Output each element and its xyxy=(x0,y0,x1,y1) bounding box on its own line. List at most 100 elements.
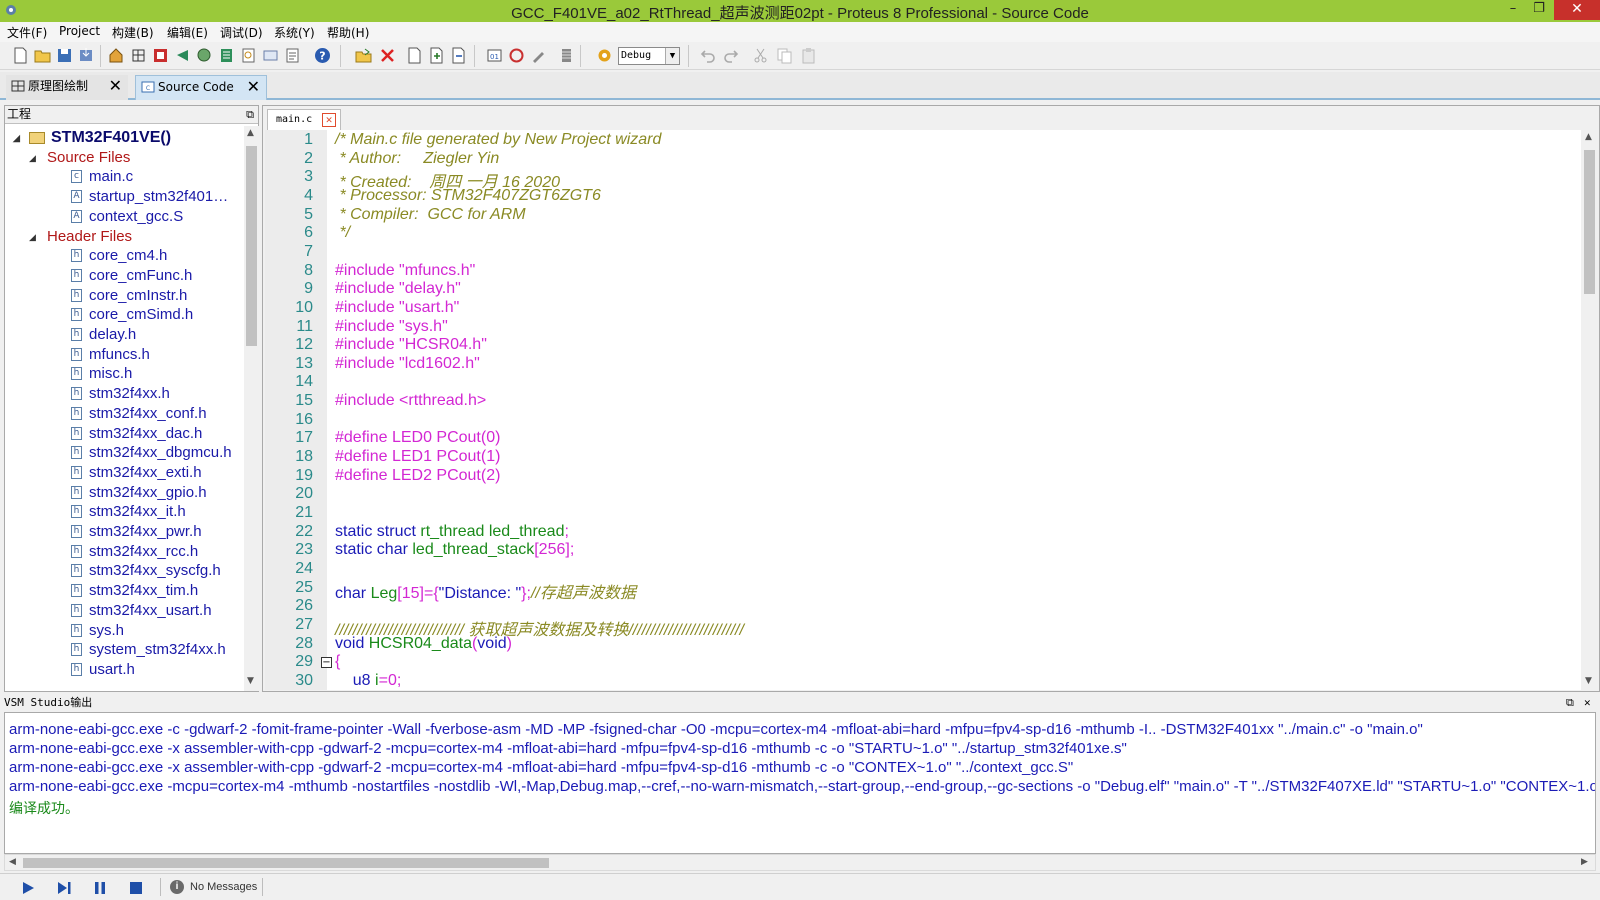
code-token: ; xyxy=(564,522,569,540)
close-icon[interactable]: ✕ xyxy=(109,75,122,97)
build-icon[interactable]: 01 xyxy=(486,47,503,64)
scroll-right-icon[interactable]: ▶ xyxy=(1581,857,1588,867)
new-file-icon[interactable] xyxy=(12,47,29,64)
output-line: arm-none-eabi-gcc.exe -x assembler-with-… xyxy=(9,759,1074,776)
save-icon[interactable] xyxy=(56,47,73,64)
collapse-icon[interactable]: ◢ xyxy=(29,148,36,168)
file-icon: h xyxy=(71,662,82,676)
copy-icon[interactable] xyxy=(776,47,793,64)
file-icon: h xyxy=(71,465,82,479)
restore-panel-icon[interactable]: ⧉ xyxy=(1566,695,1574,711)
output-horizontal-scrollbar[interactable]: ◀ ▶ xyxy=(4,854,1596,871)
build-config-select[interactable]: Debug ▼ xyxy=(618,47,680,65)
help-icon[interactable]: ? xyxy=(314,47,331,64)
bom-list-icon[interactable] xyxy=(284,47,301,64)
close-icon[interactable]: ✕ xyxy=(247,76,260,98)
rebuild-icon[interactable] xyxy=(508,47,525,64)
scroll-thumb[interactable] xyxy=(246,146,257,346)
scroll-down-icon[interactable]: ▼ xyxy=(1585,676,1592,686)
clean-icon[interactable] xyxy=(530,47,547,64)
scroll-up-icon[interactable]: ▲ xyxy=(1585,132,1592,142)
window-title: GCC_F401VE_a02_RtThread_超声波测距02pt - Prot… xyxy=(511,5,1089,22)
scroll-down-icon[interactable]: ▼ xyxy=(247,676,254,686)
status-messages[interactable]: i No Messages xyxy=(170,879,257,895)
stop-icon[interactable] xyxy=(128,880,144,896)
pause-icon[interactable] xyxy=(92,880,108,896)
open-file-icon[interactable] xyxy=(34,47,51,64)
toolbar-separator xyxy=(580,45,581,67)
step-icon[interactable] xyxy=(56,880,72,896)
menu-file[interactable]: 文件(F) xyxy=(7,24,47,41)
tab-schematic-capture[interactable]: 原理图绘制 ✕ xyxy=(6,75,128,100)
new-source-icon[interactable] xyxy=(406,47,423,64)
tab-source-code[interactable]: C Source Code ✕ xyxy=(135,75,267,100)
open-project-icon[interactable] xyxy=(355,47,372,64)
project-tree-scrollbar[interactable]: ▲ ▼ xyxy=(244,126,259,691)
import-icon[interactable] xyxy=(78,47,95,64)
play-icon[interactable] xyxy=(20,880,36,896)
file-icon: h xyxy=(71,268,82,282)
menu-edit[interactable]: 编辑(E) xyxy=(167,24,208,41)
tree-file-label: startup_stm32f401… xyxy=(89,188,229,206)
code-editor[interactable]: 1 2 3 4 5 6 7 8 9 10 11 12 13 14 15 16 17 18 19 20 21 22 23 24 2… xyxy=(265,130,1581,690)
remove-file-icon[interactable] xyxy=(450,47,467,64)
toolbar-separator xyxy=(100,45,101,67)
undo-icon[interactable] xyxy=(700,47,717,64)
menu-system[interactable]: 系统(Y) xyxy=(274,24,315,41)
code-vertical-scrollbar[interactable]: ▲ ▼ xyxy=(1581,130,1598,690)
code-line: #define LED0 PCout(0) xyxy=(335,429,500,447)
output-panel: VSM Studio输出 ⧉ ✕ arm-none-eabi-gcc.exe -… xyxy=(0,695,1600,873)
scroll-thumb[interactable] xyxy=(1584,150,1595,294)
line-number: 2 xyxy=(304,149,313,167)
code-token: "Distance: " xyxy=(438,584,522,602)
gear-icon[interactable] xyxy=(596,47,613,64)
chevron-down-icon[interactable]: ▼ xyxy=(665,48,679,64)
paste-icon[interactable] xyxy=(800,47,817,64)
notes-icon[interactable] xyxy=(262,47,279,64)
scroll-thumb[interactable] xyxy=(23,858,549,868)
fold-toggle-icon[interactable]: − xyxy=(321,657,332,669)
file-icon: A xyxy=(71,209,82,223)
tree-file-label: stm32f4xx_rcc.h xyxy=(89,542,199,560)
close-panel-icon[interactable]: ✕ xyxy=(1584,695,1591,711)
close-icon[interactable]: ✕ xyxy=(322,113,336,127)
menu-debug[interactable]: 调试(D) xyxy=(220,24,263,41)
tree-file-label: context_gcc.S xyxy=(89,207,184,225)
bom-icon[interactable] xyxy=(218,47,235,64)
code-line: static char led_thread_stack[256]; xyxy=(335,541,574,559)
build-output-log[interactable]: arm-none-eabi-gcc.exe -c -gdwarf-2 -fomi… xyxy=(4,712,1596,854)
tab-main-c[interactable]: main.c ✕ xyxy=(267,109,341,131)
redo-icon[interactable] xyxy=(722,47,739,64)
menu-build[interactable]: 构建(B) xyxy=(112,24,154,41)
scroll-left-icon[interactable]: ◀ xyxy=(9,857,16,867)
restore-button[interactable]: ❐ xyxy=(1526,0,1552,20)
scroll-up-icon[interactable]: ▲ xyxy=(247,128,254,138)
line-number: 20 xyxy=(295,485,313,503)
tree-root-label: STM32F401VE() xyxy=(51,129,172,146)
build-success-message: 编译成功。 xyxy=(9,801,79,817)
pcb-icon[interactable] xyxy=(152,47,169,64)
project-settings-icon[interactable] xyxy=(558,47,575,64)
pin-icon[interactable]: ⧉ xyxy=(246,106,254,123)
home-icon[interactable] xyxy=(108,47,125,64)
file-icon: h xyxy=(71,347,82,361)
code-token: ]={ xyxy=(419,584,439,602)
close-project-icon[interactable] xyxy=(379,47,396,64)
code-line: #include "sys.h" xyxy=(335,318,448,336)
gerber-icon[interactable] xyxy=(174,47,191,64)
schematic-icon xyxy=(11,80,25,92)
add-file-icon[interactable] xyxy=(428,47,445,64)
3d-view-icon[interactable] xyxy=(196,47,213,64)
minimize-button[interactable]: – xyxy=(1500,0,1526,20)
code-token: 0 xyxy=(387,671,397,689)
collapse-icon[interactable]: ◢ xyxy=(13,128,20,148)
schematic-icon[interactable] xyxy=(130,47,147,64)
menu-help[interactable]: 帮助(H) xyxy=(327,24,369,41)
cut-icon[interactable] xyxy=(752,47,769,64)
code-token: void xyxy=(335,634,369,652)
design-explorer-icon[interactable] xyxy=(240,47,257,64)
menu-project[interactable]: Project xyxy=(59,24,100,38)
close-window-button[interactable]: ✕ xyxy=(1554,0,1600,20)
collapse-icon[interactable]: ◢ xyxy=(29,227,36,247)
code-token: Leg xyxy=(370,584,398,602)
